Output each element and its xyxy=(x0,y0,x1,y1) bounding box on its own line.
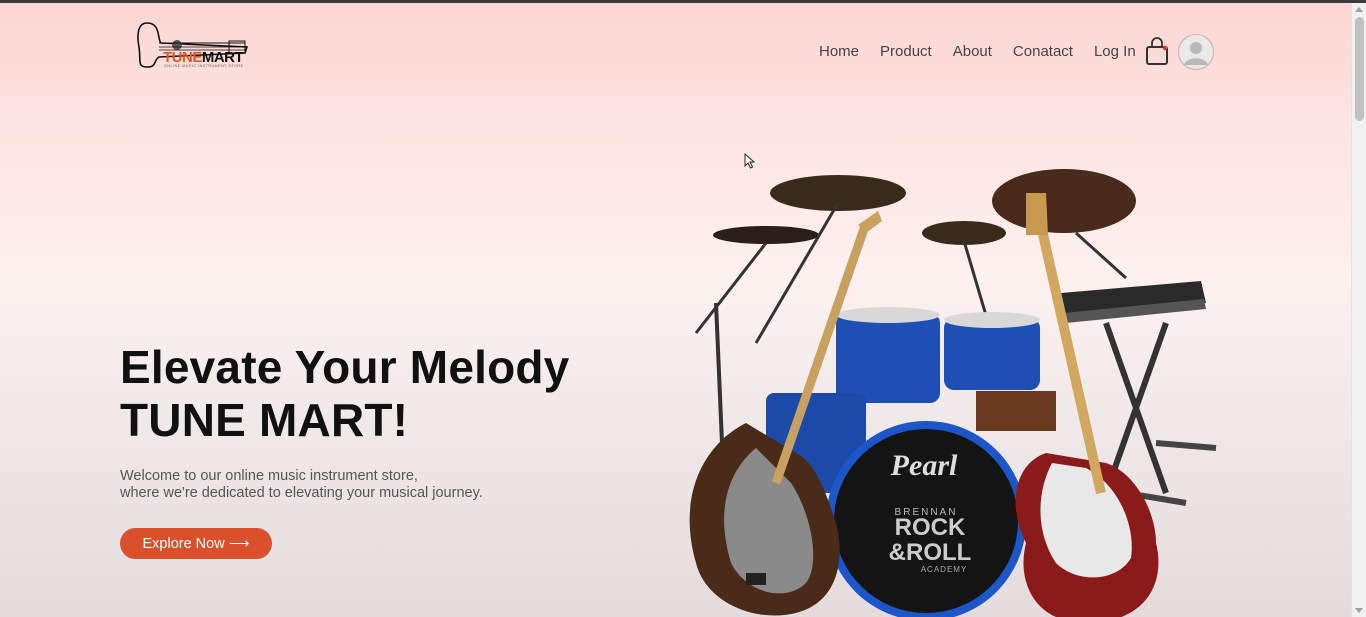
drum-text-4: ACADEMY xyxy=(921,565,968,574)
explore-now-button[interactable]: Explore Now ⟶ xyxy=(120,528,272,559)
nav-home[interactable]: Home xyxy=(819,43,859,60)
main-nav: Home Product About Conatact Log In xyxy=(819,43,1157,60)
hero-title-line1: Elevate Your Melody xyxy=(120,341,570,393)
hero-subtitle-line1: Welcome to our online music instrument s… xyxy=(120,468,418,484)
hero-title: Elevate Your Melody TUNE MART! xyxy=(120,341,569,447)
hero-instruments-image: Pearl BRENNAN ROCK &ROLL ACADEMY xyxy=(689,169,1217,617)
hero-subtitle-line2: where we're dedicated to elevating your … xyxy=(120,485,483,501)
hero-subtitle: Welcome to our online music instrument s… xyxy=(120,468,483,502)
nav-login[interactable]: Log In xyxy=(1094,43,1136,60)
logo-tagline: ONLINE MUSIC INSTRUMENT STORE xyxy=(164,64,244,68)
drum-text-3: &ROLL xyxy=(889,539,972,566)
shopping-bag-icon[interactable] xyxy=(1145,37,1169,67)
scroll-thumb[interactable] xyxy=(1355,17,1364,121)
nav-contact[interactable]: Conatact xyxy=(1013,43,1073,60)
nav-about[interactable]: About xyxy=(953,43,992,60)
page-scrollbar[interactable] xyxy=(1351,3,1366,617)
page: TUNEMART ONLINE MUSIC INSTRUMENT STORE H… xyxy=(0,3,1351,617)
scroll-down-arrow-icon[interactable] xyxy=(1355,608,1363,613)
scroll-up-arrow-icon[interactable] xyxy=(1355,7,1363,12)
nav-product[interactable]: Product xyxy=(880,43,932,60)
hero-title-line2: TUNE MART! xyxy=(120,394,409,446)
bass-drum-icon: Pearl BRENNAN ROCK &ROLL ACADEMY xyxy=(826,421,1026,617)
logo[interactable]: TUNEMART ONLINE MUSIC INSTRUMENT STORE xyxy=(135,17,255,73)
drum-text-2: ROCK xyxy=(895,514,966,541)
user-avatar-icon[interactable] xyxy=(1178,34,1214,70)
drum-brand: Pearl xyxy=(890,449,958,482)
